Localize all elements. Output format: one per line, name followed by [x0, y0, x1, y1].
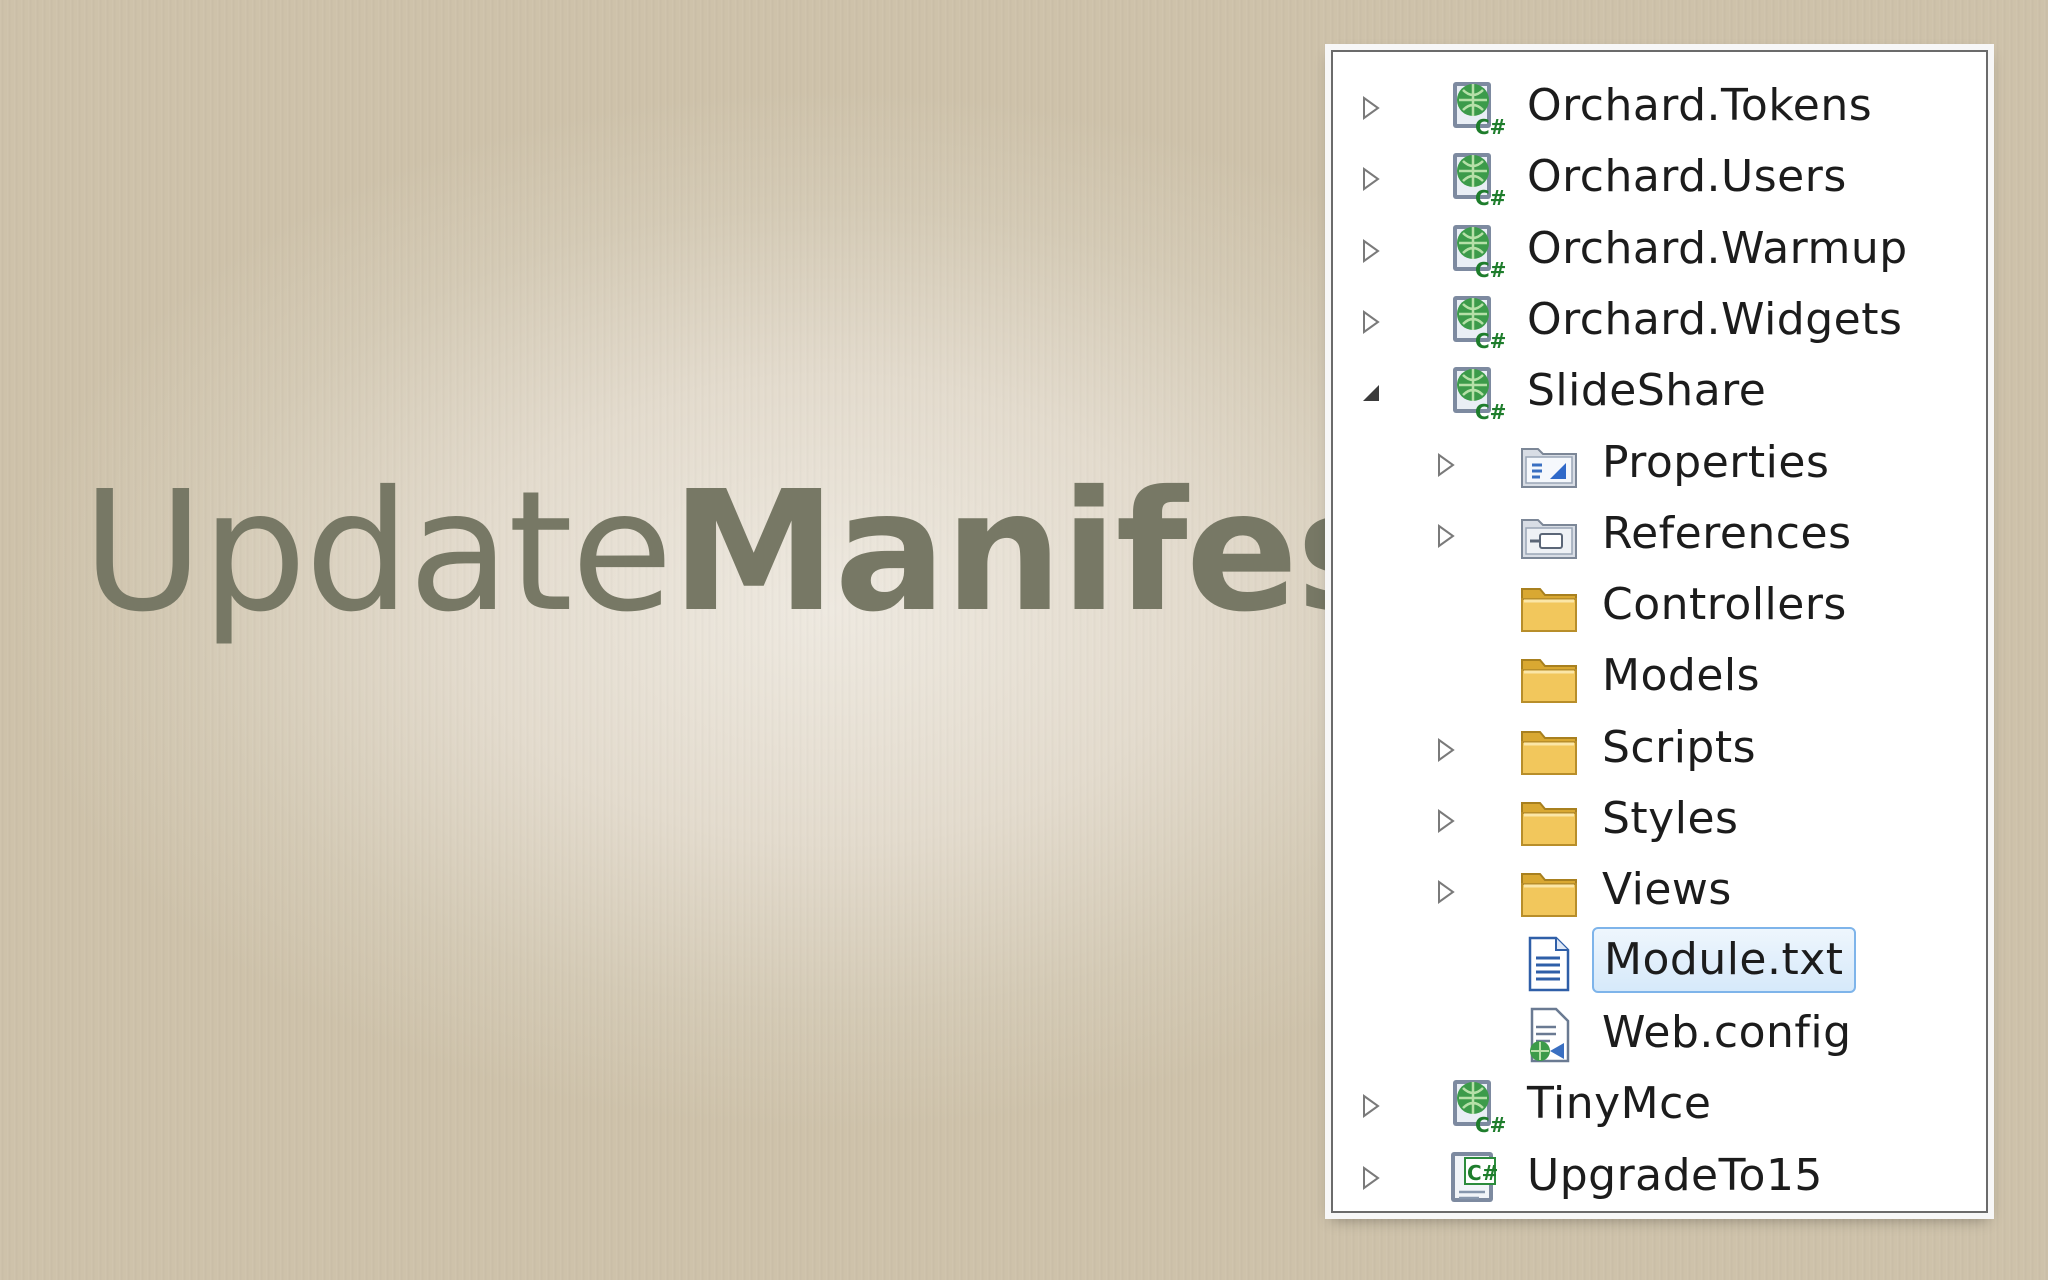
csharp-web-project-icon: C#: [1443, 1076, 1507, 1137]
tree-item[interactable]: Scripts: [1333, 713, 1986, 784]
tree-item[interactable]: Properties: [1333, 428, 1986, 499]
tree-item[interactable]: C# Orchard.Tokens: [1333, 71, 1986, 142]
text-file-icon: [1518, 934, 1582, 994]
slide-title-light: Update: [82, 456, 673, 649]
svg-text:C#: C#: [1475, 329, 1506, 352]
tree-item-label: Orchard.Warmup: [1527, 222, 1908, 274]
expand-arrow-icon[interactable]: [1359, 309, 1383, 334]
tree-item-label: Controllers: [1602, 579, 1847, 631]
tree-item-label: Web.config: [1602, 1006, 1852, 1058]
tree-item[interactable]: Controllers: [1333, 570, 1986, 641]
svg-text:C#: C#: [1475, 1113, 1506, 1136]
expand-arrow-icon[interactable]: [1359, 1094, 1383, 1119]
solution-explorer-tree[interactable]: C# Orchard.Tokens C# Orchard.Users C# Orchard…: [1331, 50, 1988, 1213]
svg-text:C#: C#: [1475, 258, 1506, 281]
tree-item[interactable]: C# UpgradeTo15: [1333, 1141, 1986, 1212]
csharp-web-project-icon: C#: [1443, 363, 1507, 424]
svg-text:C#: C#: [1475, 186, 1506, 209]
tree-item-label: Module.txt: [1592, 926, 1856, 993]
tree-item[interactable]: References: [1333, 499, 1986, 570]
tree-item-label: Scripts: [1602, 721, 1757, 773]
tree-item-label: Views: [1602, 864, 1732, 916]
tree-item-label: Orchard.Widgets: [1527, 293, 1903, 345]
tree-item-label: Orchard.Users: [1527, 151, 1847, 203]
tree-item[interactable]: Styles: [1333, 784, 1986, 855]
folder-icon: [1518, 720, 1582, 780]
tree-item[interactable]: Web.config: [1333, 998, 1986, 1069]
properties-folder-icon: [1518, 435, 1582, 495]
tree-item[interactable]: C# Orchard.Widgets: [1333, 285, 1986, 356]
csharp-project-icon: C#: [1443, 1148, 1507, 1208]
svg-text:C#: C#: [1475, 400, 1506, 423]
tree-item[interactable]: Views: [1333, 855, 1986, 926]
tree-item[interactable]: C# TinyMce: [1333, 1069, 1986, 1140]
folder-icon: [1518, 862, 1582, 922]
tree-item-label: Models: [1602, 650, 1761, 702]
expand-arrow-icon[interactable]: [1434, 809, 1458, 833]
tree-item-label: UpgradeTo15: [1527, 1149, 1823, 1201]
tree-item-label: Styles: [1602, 793, 1739, 844]
tree-item[interactable]: Module.txt: [1333, 926, 1986, 998]
tree-item[interactable]: Models: [1333, 641, 1986, 712]
folder-icon: [1518, 791, 1582, 851]
tree-item-label: SlideShare: [1527, 365, 1767, 417]
folder-icon: [1518, 648, 1582, 708]
references-folder-icon: [1518, 506, 1582, 566]
expand-arrow-icon[interactable]: [1359, 96, 1383, 120]
svg-text:C#: C#: [1467, 1161, 1498, 1185]
collapse-arrow-icon[interactable]: [1359, 381, 1383, 405]
tree-item[interactable]: C# Orchard.Warmup: [1333, 214, 1986, 285]
expand-arrow-icon[interactable]: [1359, 167, 1383, 192]
folder-icon: [1518, 577, 1582, 637]
config-file-icon: [1518, 1005, 1582, 1065]
expand-arrow-icon[interactable]: [1434, 523, 1458, 548]
svg-text:C#: C#: [1475, 115, 1506, 138]
expand-arrow-icon[interactable]: [1434, 452, 1458, 477]
csharp-web-project-icon: C#: [1443, 149, 1507, 210]
tree-item[interactable]: C# SlideShare: [1333, 356, 1986, 427]
slide-title: UpdateManifest: [82, 470, 1472, 636]
csharp-web-project-icon: C#: [1443, 292, 1507, 353]
tree-item-label: Orchard.Tokens: [1527, 80, 1873, 131]
tree-item-label: Properties: [1602, 436, 1830, 488]
expand-arrow-icon[interactable]: [1359, 1165, 1383, 1190]
csharp-web-project-icon: C#: [1443, 78, 1507, 139]
expand-arrow-icon[interactable]: [1434, 880, 1458, 905]
tree-item[interactable]: C# Orchard.Users: [1333, 142, 1986, 213]
expand-arrow-icon[interactable]: [1434, 737, 1458, 762]
expand-arrow-icon[interactable]: [1359, 238, 1383, 263]
tree-item-label: References: [1602, 507, 1852, 559]
csharp-web-project-icon: C#: [1443, 221, 1507, 282]
tree-item-label: TinyMce: [1527, 1078, 1712, 1130]
